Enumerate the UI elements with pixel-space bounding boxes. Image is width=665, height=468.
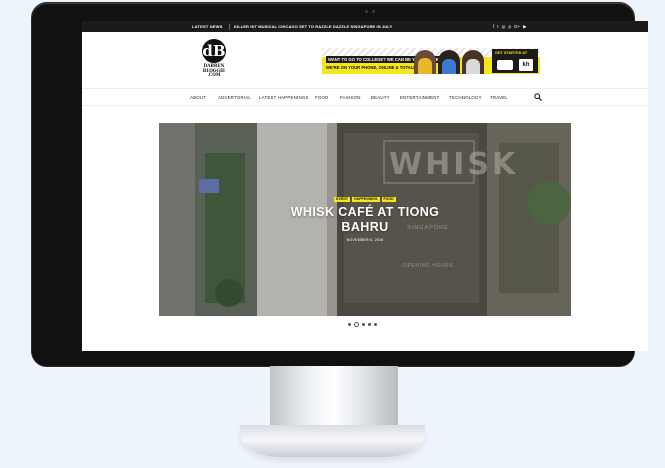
partner-logo bbox=[497, 60, 513, 70]
nav-item-beauty[interactable]: BEAUTY bbox=[371, 95, 390, 100]
monitor-frame: LATEST NEWS KILLER HIT MUSICAL CHICAGO S… bbox=[31, 2, 648, 367]
banner-people-image bbox=[414, 49, 490, 74]
header-banner-ad[interactable]: WANT TO GO TO COLLEGE? WE CAN BE YOUR GU… bbox=[322, 48, 540, 74]
logo-name: DARREN BLOGGIE .COM bbox=[202, 63, 226, 78]
news-ticker-link[interactable]: KILLER HIT MUSICAL CHICAGO SET TO RAZZLE… bbox=[234, 24, 392, 29]
divider bbox=[229, 23, 230, 30]
category-tags: EVENT HAPPENINGS FOOD bbox=[159, 197, 571, 202]
nav-item-latest-happenings[interactable]: LATEST HAPPENINGS bbox=[259, 95, 309, 100]
nav-item-technology[interactable]: TECHNOLOGY bbox=[449, 95, 482, 100]
slider-dot[interactable] bbox=[368, 323, 371, 326]
nav-item-about[interactable]: ABOUT bbox=[190, 95, 206, 100]
category-tag[interactable]: FOOD bbox=[381, 197, 396, 202]
nav-item-travel[interactable]: TRAVEL bbox=[490, 95, 508, 100]
monitor-stand bbox=[270, 366, 398, 428]
site-logo[interactable]: dB DARREN BLOGGIE .COM bbox=[198, 39, 230, 81]
slider-dot[interactable] bbox=[374, 323, 377, 326]
top-bar: LATEST NEWS KILLER HIT MUSICAL CHICAGO S… bbox=[82, 21, 648, 32]
main-nav: ABOUT ADVERTORIAL LATEST HAPPENINGS FOOD… bbox=[82, 88, 648, 106]
search-icon[interactable] bbox=[534, 93, 542, 101]
google-plus-icon[interactable]: G+ bbox=[514, 24, 520, 30]
slide-title[interactable]: WHISK CAFÉ AT TIONG BAHRU bbox=[269, 205, 461, 235]
slide-date: NOVEMBER 6, 2016 bbox=[346, 238, 384, 242]
instagram-icon[interactable]: ◎ bbox=[502, 24, 506, 30]
slider-dot[interactable] bbox=[348, 323, 351, 326]
banner-cta: GET STARTED AT kh bbox=[492, 49, 538, 73]
slider-pagination bbox=[348, 322, 377, 327]
slider-dot[interactable] bbox=[362, 323, 365, 326]
category-tag[interactable]: HAPPENINGS bbox=[352, 197, 380, 202]
twitter-icon[interactable]: t bbox=[497, 24, 498, 30]
category-tag[interactable]: EVENT bbox=[334, 197, 351, 202]
logo-mark: dB bbox=[202, 39, 226, 63]
facebook-icon[interactable]: f bbox=[493, 24, 494, 30]
youtube-icon[interactable]: ▶ bbox=[523, 24, 526, 30]
featured-slider[interactable]: WHISK SINGAPORE OPENING HOURS EVENT HAPP… bbox=[159, 123, 571, 316]
nav-item-fashion[interactable]: FASHION bbox=[340, 95, 361, 100]
nav-item-entertainment[interactable]: ENTERTAINMENT bbox=[400, 95, 440, 100]
slider-dot[interactable] bbox=[354, 322, 359, 327]
website-screen: LATEST NEWS KILLER HIT MUSICAL CHICAGO S… bbox=[82, 21, 648, 351]
camera-icon bbox=[365, 10, 375, 13]
pinterest-icon[interactable]: p bbox=[508, 24, 511, 30]
nav-item-food[interactable]: FOOD bbox=[315, 95, 328, 100]
latest-news-label: LATEST NEWS bbox=[192, 24, 223, 29]
partner-logo: kh bbox=[519, 59, 533, 71]
monitor-base bbox=[240, 425, 425, 457]
social-links: f t ◎ p G+ ▶ bbox=[493, 24, 527, 30]
nav-item-advertorial[interactable]: ADVERTORIAL bbox=[218, 95, 251, 100]
